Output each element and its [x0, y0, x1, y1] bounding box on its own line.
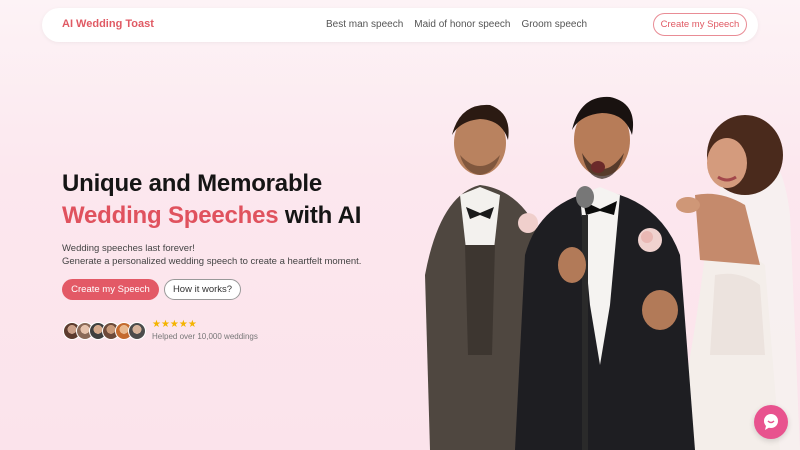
rating-stars: ★★★★★	[152, 319, 197, 330]
nav-link-groom[interactable]: Groom speech	[521, 19, 587, 30]
hero-subtitle-line2: Generate a personalized wedding speech t…	[62, 256, 362, 267]
chat-button[interactable]	[754, 405, 788, 439]
hero-subtitle: Wedding speeches last forever! Generate …	[62, 242, 361, 268]
top-navbar: AI Wedding Toast Best man speech Maid of…	[42, 8, 758, 42]
hero-title-rest: with AI	[278, 202, 362, 229]
nav-link-best-man[interactable]: Best man speech	[326, 19, 403, 30]
hero-title-accent: Wedding Speeches	[62, 202, 279, 229]
hero-title-line2: Wedding Speeches with AI	[62, 200, 361, 232]
brand-logo[interactable]: AI Wedding Toast	[62, 18, 154, 30]
hero-title-line1: Unique and Memorable	[62, 170, 323, 197]
customer-avatars	[63, 322, 147, 340]
hero-subtitle-line1: Wedding speeches last forever!	[62, 243, 195, 254]
helped-weddings-text: Helped over 10,000 weddings	[152, 332, 258, 341]
hero-title: Unique and Memorable Wedding Speeches wi…	[62, 168, 361, 232]
chat-bubble-icon	[764, 414, 778, 430]
nav-create-speech-button[interactable]: Create my Speech	[653, 13, 747, 36]
nav-link-maid-of-honor[interactable]: Maid of honor speech	[414, 19, 510, 30]
how-it-works-button[interactable]: How it works?	[164, 279, 241, 300]
nav-links: Best man speech Maid of honor speech Gro…	[326, 19, 598, 30]
hero-create-speech-button[interactable]: Create my Speech	[62, 279, 159, 300]
avatar	[128, 322, 146, 340]
wedding-party-illustration	[425, 96, 800, 450]
